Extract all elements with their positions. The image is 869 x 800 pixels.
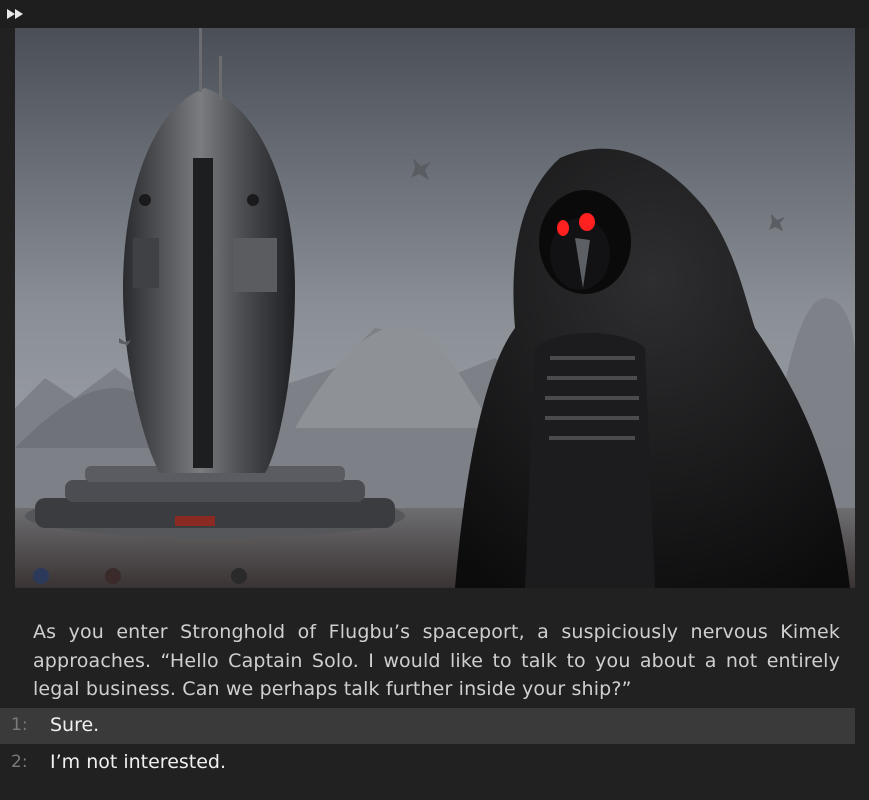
- scene-illustration: [15, 28, 855, 588]
- choice-number: 2:: [11, 752, 28, 772]
- choice-option-2[interactable]: 2: I’m not interested.: [0, 745, 855, 781]
- choice-label: Sure.: [50, 714, 100, 736]
- choice-label: I’m not interested.: [50, 751, 227, 773]
- choice-option-1[interactable]: 1: Sure.: [0, 708, 855, 744]
- narration-text: As you enter Stronghold of Flugbu’s spac…: [33, 621, 840, 700]
- fast-forward-icon[interactable]: [7, 8, 25, 20]
- choice-number: 1:: [11, 715, 28, 735]
- top-toolbar: [0, 0, 869, 28]
